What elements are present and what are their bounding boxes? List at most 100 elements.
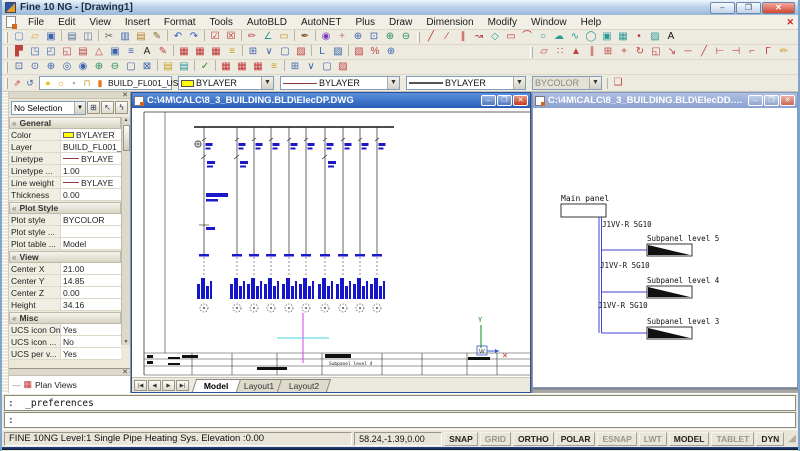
status-toggle-lwt[interactable]: LWT (639, 432, 667, 446)
render-icon[interactable]: ▨ (335, 60, 351, 74)
rectangle-icon[interactable]: ▭ (503, 30, 519, 44)
menu-item-autobld[interactable]: AutoBLD (240, 16, 294, 29)
dim-list-icon[interactable]: ≡ (224, 45, 240, 59)
coordinates-display[interactable]: 58.24,-1.39,0.00 (354, 432, 442, 446)
command-history[interactable]: : _preferences (4, 395, 796, 411)
property-value[interactable]: BYLAYE (61, 177, 121, 188)
zoom-all-icon[interactable]: ▢ (123, 60, 139, 74)
view-rotate-icon[interactable]: ↺ (24, 76, 36, 90)
tab-nav-button[interactable]: ◀ (148, 380, 161, 391)
window-tool-icon[interactable]: ◰ (43, 45, 59, 59)
zoom-in2-icon[interactable]: ⊕ (91, 60, 107, 74)
maximize-button[interactable]: ❐ (736, 2, 761, 14)
plan-views-label[interactable]: Plan Views (35, 380, 77, 390)
move-icon[interactable]: + (616, 45, 632, 59)
mirror-icon[interactable]: ▲ (568, 45, 584, 59)
circle-icon[interactable]: ○ (535, 30, 551, 44)
command-input[interactable]: : (4, 412, 796, 428)
plan-views-close-icon[interactable]: ✕ (122, 369, 128, 376)
section-header-view[interactable]: «View (9, 251, 121, 263)
insert-block-icon[interactable]: ▣ (599, 30, 615, 44)
status-toggle-polar[interactable]: POLAR (556, 432, 596, 446)
layer-lock-icon[interactable]: ⊓ (81, 76, 93, 90)
status-toggle-ortho[interactable]: ORTHO (513, 432, 554, 446)
child-minimize-button[interactable]: – (748, 95, 763, 106)
door-tool-icon[interactable]: ◱ (59, 45, 75, 59)
child-close-button[interactable]: ✕ (780, 95, 795, 106)
minimize-button[interactable]: – (710, 2, 735, 14)
grid-settings-icon[interactable]: ⊞ (245, 45, 261, 59)
child-minimize-button[interactable]: – (481, 95, 496, 106)
property-value[interactable]: BYCOLOR (61, 214, 121, 225)
brush-icon[interactable]: ✒ (297, 30, 313, 44)
undo-icon[interactable]: ↶ (170, 30, 186, 44)
extend-icon[interactable]: ⊢ (712, 45, 728, 59)
offset-icon[interactable]: ∥ (584, 45, 600, 59)
save-icon[interactable]: ▣ (43, 30, 59, 44)
property-value[interactable]: Yes (61, 348, 121, 359)
polyline-icon[interactable]: ↝ (471, 30, 487, 44)
tab-nav-button[interactable]: ▶| (176, 380, 189, 391)
status-toggle-grid[interactable]: GRID (480, 432, 511, 446)
chevron-down-icon[interactable]: ▼ (74, 102, 85, 114)
layer-combo[interactable]: ●☼▪⊓▮ BUILD_FL001_US ▼ (39, 76, 172, 90)
property-row[interactable]: Height34.16 (9, 299, 121, 311)
zoom-in-icon[interactable]: ⊕ (382, 30, 398, 44)
text-icon[interactable]: A (663, 30, 679, 44)
child-maximize-button[interactable]: ❐ (764, 95, 779, 106)
menu-item-edit[interactable]: Edit (51, 16, 82, 29)
child-close-button[interactable]: ✕ (513, 95, 528, 106)
sketch-icon[interactable]: ✏ (244, 30, 260, 44)
property-row[interactable]: UCS per v...Yes (9, 348, 121, 360)
property-value[interactable]: 34.16 (61, 299, 121, 310)
property-value[interactable]: 21.00 (61, 263, 121, 274)
property-value[interactable] (61, 226, 121, 237)
property-value[interactable]: BYLAYE (61, 153, 121, 164)
dim-grid-a-icon[interactable]: ▦ (218, 60, 234, 74)
erase-icon[interactable]: ▱ (536, 45, 552, 59)
region-tool-icon[interactable]: ▨ (351, 45, 367, 59)
check-tool-icon[interactable]: ∨ (261, 45, 277, 59)
percent-tool-icon[interactable]: % (367, 45, 383, 59)
section-header-plot-style[interactable]: «Plot Style (9, 202, 121, 214)
field-check-icon[interactable]: ☑ (207, 30, 223, 44)
scroll-up-icon[interactable]: ▲ (124, 117, 129, 123)
slab-tool-icon[interactable]: ▤ (75, 45, 91, 59)
toolbar-handle[interactable] (5, 62, 8, 73)
dim-table-1-icon[interactable]: ▦ (176, 45, 192, 59)
chevron-down-icon[interactable]: ▼ (261, 77, 273, 89)
dim-table-2-icon[interactable]: ▦ (192, 45, 208, 59)
ruler-icon[interactable]: ▭ (276, 30, 292, 44)
wall-tool-icon[interactable]: ▛ (11, 45, 27, 59)
redo-icon[interactable]: ↷ (186, 30, 202, 44)
toolbar-handle[interactable] (417, 32, 420, 43)
scrollbar-thumb[interactable] (123, 125, 130, 151)
menu-item-draw[interactable]: Draw (382, 16, 419, 29)
raster-tool-icon[interactable]: ▨ (330, 45, 346, 59)
zoom-extents-icon[interactable]: ⊠ (139, 60, 155, 74)
menu-item-view[interactable]: View (82, 16, 118, 29)
make-block-icon[interactable]: ▦ (615, 30, 631, 44)
make-current-icon[interactable]: ✓ (197, 60, 213, 74)
property-value[interactable]: 14.85 (61, 275, 121, 286)
dim-grid-b-icon[interactable]: ▦ (234, 60, 250, 74)
cut-icon[interactable]: ✂ (101, 30, 117, 44)
close-button[interactable]: ✕ (762, 2, 795, 14)
layer-freeze-vp-icon[interactable]: ▪ (68, 76, 80, 90)
layer-freeze-sun-icon[interactable]: ☼ (55, 76, 67, 90)
open-icon[interactable]: ▱ (27, 30, 43, 44)
title-bar[interactable]: Fine 10 NG - [Drawing1] – ❐ ✕ (2, 0, 798, 15)
tab-layout2[interactable]: Layout2 (277, 379, 331, 392)
menu-item-modify[interactable]: Modify (481, 16, 524, 29)
linetype-combo[interactable]: BYLAYER ▼ (280, 76, 400, 90)
property-row[interactable]: UCS icon OnYes (9, 324, 121, 336)
stairs-tool-icon[interactable]: ≡ (123, 45, 139, 59)
zoom-window2-icon[interactable]: ⊡ (11, 60, 27, 74)
toggle-properties-icon[interactable]: ❏ (610, 76, 626, 90)
property-row[interactable]: Plot style ... (9, 226, 121, 238)
property-row[interactable]: LinetypeBYLAYE (9, 153, 121, 165)
target-tool-icon[interactable]: ⊕ (383, 45, 399, 59)
property-row[interactable]: Line weightBYLAYE (9, 177, 121, 189)
menu-item-file[interactable]: File (21, 16, 51, 29)
property-row[interactable]: Thickness0.00 (9, 189, 121, 201)
